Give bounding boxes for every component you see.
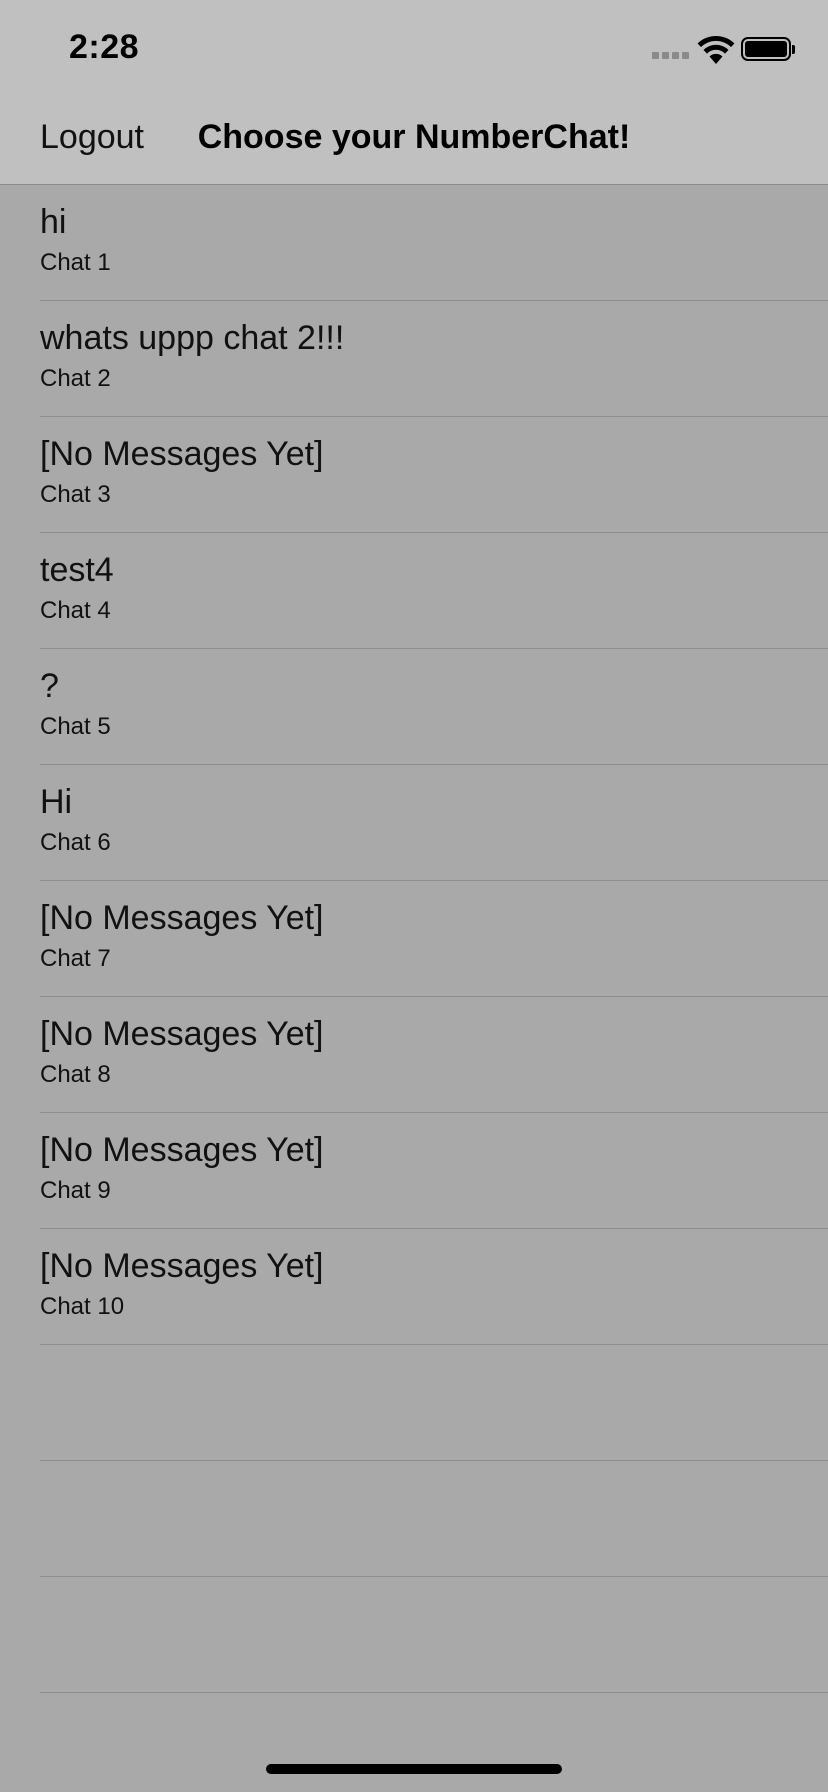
chat-row-6[interactable]: Hi Chat 6 — [0, 765, 828, 881]
chat-row-3[interactable]: [No Messages Yet] Chat 3 — [0, 417, 828, 533]
chat-name: Chat 7 — [40, 945, 111, 972]
home-indicator[interactable] — [266, 1764, 562, 1774]
status-bar: 2:28 — [0, 0, 828, 96]
chat-last-message: [No Messages Yet] — [40, 1131, 324, 1169]
chat-last-message: [No Messages Yet] — [40, 1015, 324, 1053]
signal-icon — [652, 52, 689, 59]
chat-name: Chat 3 — [40, 481, 111, 508]
chat-last-message: [No Messages Yet] — [40, 899, 324, 937]
chat-row-4[interactable]: test4 Chat 4 — [0, 533, 828, 649]
chat-last-message: ? — [40, 667, 59, 705]
wifi-icon — [697, 35, 735, 64]
chat-name: Chat 4 — [40, 597, 111, 624]
chat-name: Chat 1 — [40, 249, 111, 276]
chat-last-message: hi — [40, 203, 67, 241]
chat-last-message: whats uppp chat 2!!! — [40, 319, 345, 357]
logout-button[interactable]: Logout — [40, 118, 144, 157]
chat-row-1[interactable]: hi Chat 1 — [0, 185, 828, 301]
empty-row — [0, 1345, 828, 1461]
chat-last-message: [No Messages Yet] — [40, 1247, 324, 1285]
empty-row — [0, 1461, 828, 1577]
chat-row-2[interactable]: whats uppp chat 2!!! Chat 2 — [0, 301, 828, 417]
chat-row-8[interactable]: [No Messages Yet] Chat 8 — [0, 997, 828, 1113]
chat-list[interactable]: hi Chat 1 whats uppp chat 2!!! Chat 2 [N… — [0, 185, 828, 1693]
chat-row-5[interactable]: ? Chat 5 — [0, 649, 828, 765]
chat-last-message: Hi — [40, 783, 73, 821]
chat-name: Chat 2 — [40, 365, 111, 392]
chat-name: Chat 8 — [40, 1061, 111, 1088]
chat-name: Chat 6 — [40, 829, 111, 856]
chat-name: Chat 9 — [40, 1177, 111, 1204]
battery-icon — [741, 37, 791, 61]
chat-row-7[interactable]: [No Messages Yet] Chat 7 — [0, 881, 828, 997]
status-time: 2:28 — [69, 28, 140, 66]
battery-cap — [792, 45, 795, 54]
chat-row-10[interactable]: [No Messages Yet] Chat 10 — [0, 1229, 828, 1345]
navigation-bar: Logout Choose your NumberChat! — [0, 96, 828, 185]
chat-last-message: test4 — [40, 551, 114, 589]
chat-row-9[interactable]: [No Messages Yet] Chat 9 — [0, 1113, 828, 1229]
empty-row — [0, 1577, 828, 1693]
chat-last-message: [No Messages Yet] — [40, 435, 324, 473]
chat-name: Chat 10 — [40, 1293, 125, 1320]
chat-name: Chat 5 — [40, 713, 111, 740]
